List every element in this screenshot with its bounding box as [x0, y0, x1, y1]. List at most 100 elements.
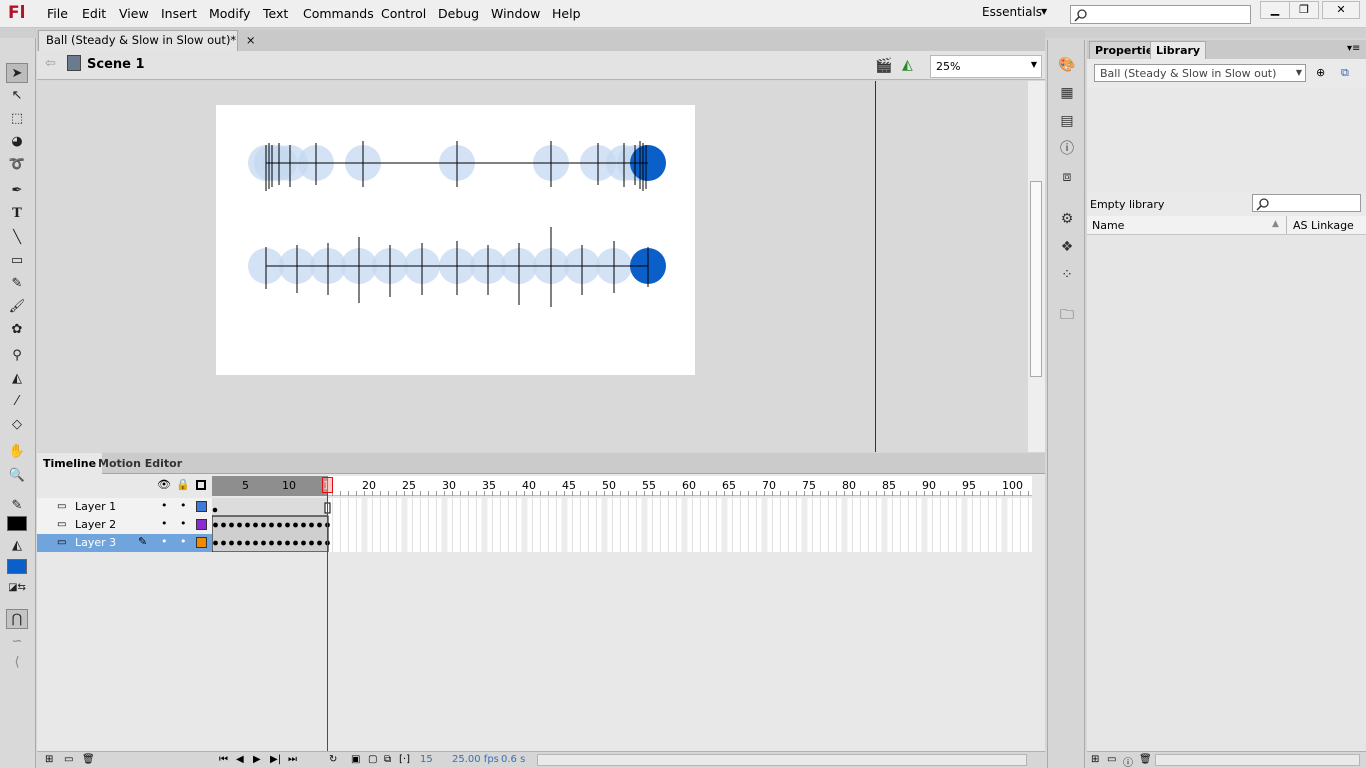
delete-layer-icon[interactable]: 🗑 [82, 754, 95, 765]
back-arrow-icon[interactable]: ⇦ [45, 56, 56, 71]
zoom-tool-icon[interactable]: 🔍 [6, 466, 28, 486]
workspace-switcher[interactable]: Essentials [982, 5, 1042, 19]
delete-icon[interactable]: 🗑 [1139, 754, 1152, 765]
sort-up-icon[interactable]: ▲ [1272, 219, 1279, 229]
bone-tool-icon[interactable]: ⚲ [6, 346, 28, 366]
zoom-select[interactable]: 25% ▼ [930, 55, 1042, 78]
layer-color-swatch[interactable] [196, 519, 207, 530]
eye-icon[interactable]: 👁 [157, 478, 171, 491]
deco-tool-icon[interactable]: ✿ [6, 320, 28, 340]
new-folder-icon[interactable]: ▭ [1107, 754, 1116, 765]
eyedropper-tool-icon[interactable]: ⁄ [6, 392, 28, 412]
hand-tool-icon[interactable]: ✋ [6, 442, 28, 462]
lock-icon[interactable]: 🔒 [176, 478, 190, 491]
first-frame-icon[interactable]: ⏮ [219, 754, 228, 765]
minimize-button[interactable]: ▁ [1260, 1, 1290, 19]
scrollbar-thumb[interactable] [1030, 181, 1042, 377]
menu-debug[interactable]: Debug [438, 6, 479, 21]
layer-row-layer-1[interactable]: ▭ Layer 1 • • [37, 498, 212, 516]
fill-color-swatch[interactable] [7, 559, 27, 574]
menu-file[interactable]: File [47, 6, 68, 21]
code-snippets-icon[interactable]: ⚙ [1058, 210, 1076, 228]
subselection-tool-icon[interactable]: ↖ [6, 86, 28, 106]
column-name[interactable]: Name [1092, 219, 1124, 232]
motion-presets-icon[interactable]: ⁘ [1058, 266, 1076, 284]
edit-multiple-frames-icon[interactable]: ⧉ [384, 754, 391, 765]
pin-library-icon[interactable]: ⊕ [1316, 66, 1325, 79]
playhead-handle[interactable] [322, 477, 333, 493]
prev-frame-icon[interactable]: ◀ [236, 754, 244, 765]
menu-control[interactable]: Control [381, 6, 426, 21]
components-icon[interactable]: ❖ [1058, 238, 1076, 256]
library-item-list[interactable] [1087, 235, 1366, 751]
straighten-icon[interactable]: ⟨ [6, 653, 28, 673]
menu-window[interactable]: Window [491, 6, 540, 21]
color-panel-icon[interactable]: 🎨 [1058, 56, 1076, 74]
visibility-dot[interactable]: • [161, 499, 168, 512]
snap-to-objects-icon[interactable]: ⋂ [6, 609, 28, 629]
new-symbol-icon[interactable]: ⊞ [1091, 754, 1099, 765]
loop-icon[interactable]: ↻ [329, 754, 337, 765]
edit-symbol-icon[interactable]: ◭ [902, 57, 913, 73]
lock-dot[interactable]: • [180, 499, 187, 512]
scene-name[interactable]: Scene 1 [87, 57, 145, 72]
current-frame[interactable]: 15 [420, 754, 433, 765]
last-frame-icon[interactable]: ⏭ [288, 754, 297, 765]
layer-color-swatch[interactable] [196, 537, 207, 548]
smooth-icon[interactable]: ∽ [6, 632, 28, 652]
text-tool-icon[interactable]: T [6, 204, 28, 224]
free-transform-tool-icon[interactable]: ⬚ [6, 109, 28, 129]
onion-outline-icon[interactable]: ▢ [368, 754, 377, 765]
lasso-tool-icon[interactable]: ➰ [6, 155, 28, 175]
panel-menu-icon[interactable]: ▾≡ [1347, 43, 1360, 54]
playhead[interactable] [327, 478, 328, 756]
menu-modify[interactable]: Modify [209, 6, 250, 21]
layer-name[interactable]: Layer 2 [75, 518, 116, 531]
column-as-linkage[interactable]: AS Linkage [1293, 219, 1354, 232]
help-search-input[interactable] [1070, 5, 1251, 24]
align-icon[interactable]: ▤ [1058, 112, 1076, 130]
rectangle-tool-icon[interactable]: ▭ [6, 251, 28, 271]
library-search-input[interactable] [1252, 194, 1361, 212]
timeline-hscroll[interactable] [537, 754, 1027, 766]
transform-icon[interactable]: ⧈ [1058, 168, 1076, 186]
layer-row-layer-3[interactable]: ▭ Layer 3 ✎ • • [37, 534, 212, 552]
swatches-icon[interactable]: ▦ [1058, 84, 1076, 102]
outline-icon[interactable] [196, 480, 206, 490]
lock-dot[interactable]: • [180, 535, 187, 548]
stroke-color-swatch[interactable] [7, 516, 27, 531]
play-icon[interactable]: ▶ [253, 754, 261, 765]
next-frame-icon[interactable]: ▶| [270, 754, 281, 765]
library-document-select[interactable]: Ball (Steady & Slow in Slow out) ▼ [1094, 64, 1306, 82]
brush-tool-icon[interactable]: 🖌 [6, 297, 28, 317]
new-layer-icon[interactable]: ⊞ [45, 754, 53, 765]
menu-insert[interactable]: Insert [161, 6, 197, 21]
document-tab[interactable]: Ball (Steady & Slow in Slow out)* × [38, 30, 255, 51]
modify-markers-icon[interactable]: [·] [399, 754, 410, 765]
layer-color-swatch[interactable] [196, 501, 207, 512]
3d-rotation-tool-icon[interactable]: ◕ [6, 132, 28, 152]
tab-motion-editor[interactable]: Motion Editor [92, 453, 188, 474]
menu-text[interactable]: Text [263, 6, 288, 21]
paint-bucket-tool-icon[interactable]: ◭ [6, 369, 28, 389]
selection-tool-icon[interactable]: ➤ [6, 63, 28, 83]
edit-scene-icon[interactable]: 🎬 [875, 58, 892, 74]
chevron-down-icon[interactable]: ▼ [1031, 60, 1037, 69]
restore-button[interactable]: ❐ [1289, 1, 1319, 19]
menu-edit[interactable]: Edit [82, 6, 106, 21]
menu-commands[interactable]: Commands [303, 6, 374, 21]
project-icon[interactable]: 🗀 [1058, 306, 1076, 324]
frames-grid[interactable] [211, 498, 1032, 553]
eraser-tool-icon[interactable]: ◇ [6, 415, 28, 435]
chevron-down-icon[interactable]: ▼ [1041, 7, 1047, 16]
chevron-down-icon[interactable]: ▼ [1296, 68, 1302, 77]
tab-library[interactable]: Library [1150, 41, 1207, 59]
new-folder-icon[interactable]: ▭ [64, 754, 73, 765]
menu-view[interactable]: View [119, 6, 149, 21]
frame-rate[interactable]: 25.00 fps [452, 754, 499, 765]
stage[interactable] [216, 105, 695, 375]
layer-name[interactable]: Layer 3 [75, 536, 116, 549]
fill-color-icon[interactable]: ◭ [6, 536, 28, 556]
lock-dot[interactable]: • [180, 517, 187, 530]
new-library-panel-icon[interactable]: ⧉ [1341, 66, 1349, 80]
